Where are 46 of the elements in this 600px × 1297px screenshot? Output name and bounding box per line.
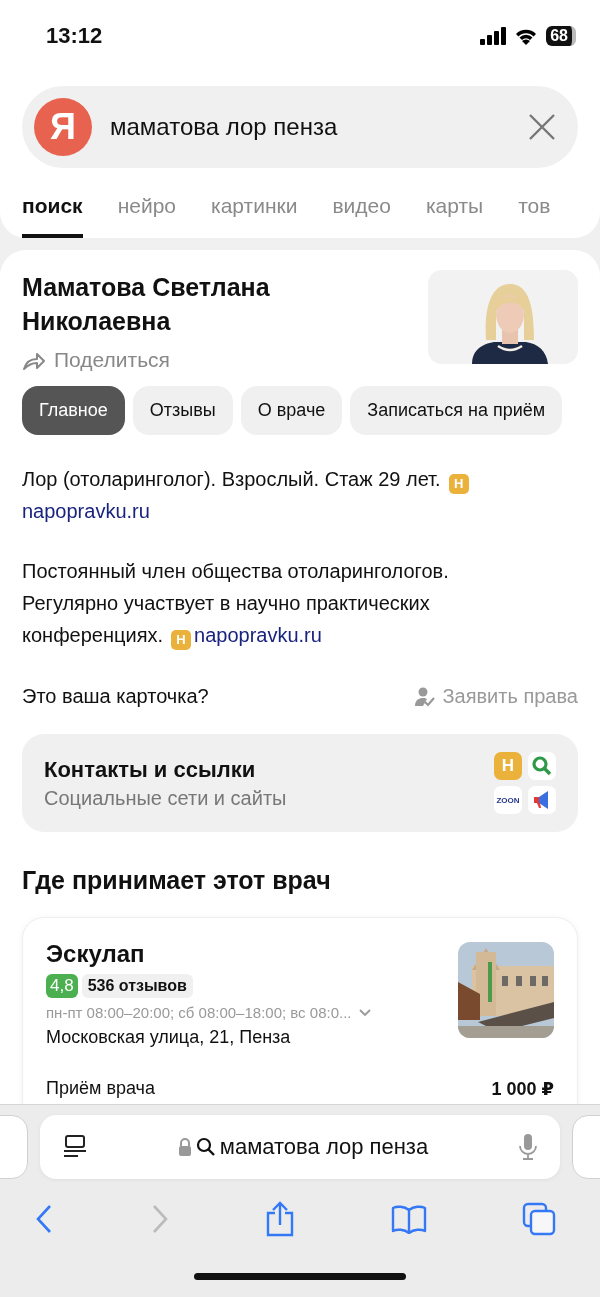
- clinic-name: Эскулап: [46, 940, 146, 968]
- description-text: Лор (отоларинголог). Взрослый. Стаж 29 лет. Н napopravku.ru: [22, 463, 527, 527]
- status-time: 13:12: [46, 23, 103, 49]
- zoon-badge-icon: ZOON: [494, 786, 522, 814]
- microphone-icon[interactable]: [518, 1133, 538, 1161]
- address-text: маматова лор пенза: [219, 1134, 429, 1160]
- search-icon: [528, 752, 556, 780]
- site-badge-icon: Н: [494, 752, 522, 780]
- clinic-address: Московская улица, 21, Пенза: [46, 1027, 292, 1048]
- description-text: Постоянный член общества отоларингологов. Регулярно участвует в научно практических конференциях. Н napopravku.ru: [22, 555, 527, 651]
- source-badge-icon: Н: [171, 630, 192, 650]
- person-check-icon[interactable]: [414, 685, 437, 708]
- wifi-icon: [514, 27, 539, 45]
- doctor-name: Маматова Светлана Николаевна: [22, 272, 271, 337]
- section-tab[interactable]: Главное: [22, 386, 125, 435]
- address-bar[interactable]: маматова лор пенза: [40, 1115, 560, 1179]
- search-field[interactable]: Я маматова лор пенза: [22, 86, 578, 168]
- signal-icon: [480, 27, 507, 45]
- battery-icon: 68: [546, 26, 576, 46]
- contacts-subtitle: Социальные сети и сайты: [44, 786, 287, 810]
- service-name: Приём врача: [46, 1078, 155, 1100]
- rating-badge: 4,8: [46, 974, 78, 998]
- section-tab[interactable]: О враче: [240, 386, 343, 435]
- reviews-count: 536 отзывов: [81, 974, 193, 998]
- section-tab[interactable]: Записаться на приём: [350, 386, 563, 435]
- contacts-card[interactable]: Контакты и ссылки Социальные сети и сайты Н ZOON: [22, 734, 578, 832]
- megaphone-icon: [528, 786, 556, 814]
- source-link[interactable]: napopravku.ru: [194, 624, 322, 646]
- section-heading: Где принимает этот врач: [22, 866, 332, 895]
- search-logo: Я: [34, 98, 92, 156]
- book-icon[interactable]: [390, 1204, 427, 1234]
- section-tab[interactable]: Отзывы: [132, 386, 233, 435]
- share-icon[interactable]: [265, 1201, 295, 1237]
- source-link[interactable]: napopravku.ru: [22, 500, 150, 522]
- share-link[interactable]: Поделиться: [22, 348, 322, 372]
- search-tab[interactable]: поиск: [22, 186, 83, 238]
- back-icon[interactable]: [34, 1203, 54, 1235]
- claim-question: Это ваша карточка?: [22, 685, 209, 708]
- contacts-title: Контакты и ссылки: [44, 756, 257, 783]
- lock-icon: [177, 1138, 192, 1156]
- chevron-down-icon[interactable]: [357, 1007, 372, 1018]
- tabs-icon[interactable]: [522, 1202, 556, 1236]
- search-icon: [195, 1137, 216, 1157]
- service-price: 1 000 ₽: [491, 1078, 554, 1100]
- close-icon[interactable]: [528, 113, 556, 141]
- source-badge-icon: Н: [448, 474, 469, 494]
